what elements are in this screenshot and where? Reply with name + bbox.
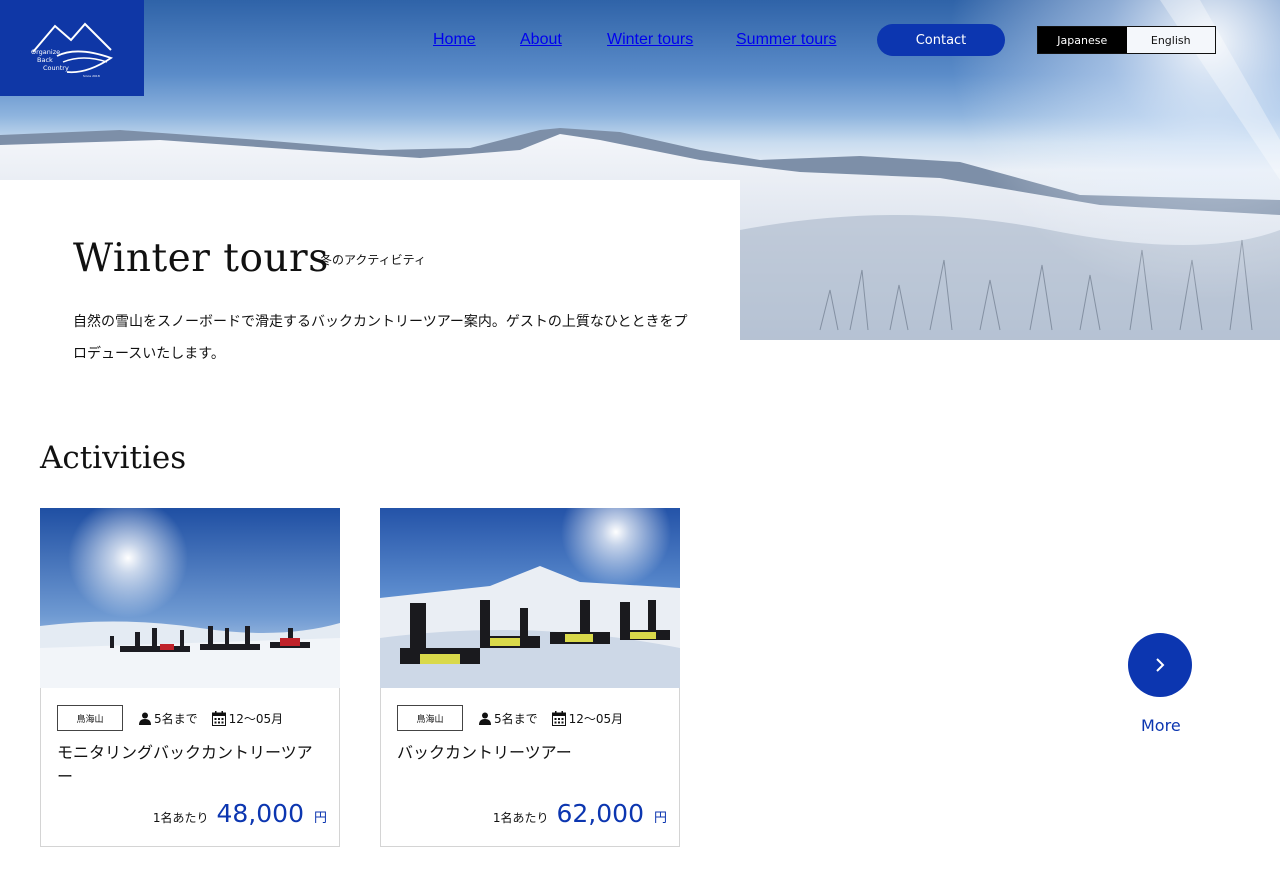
- person-icon: [479, 712, 491, 725]
- calendar-icon: [551, 710, 566, 726]
- activity-photo: [40, 508, 340, 688]
- capacity-info: 5名まで: [479, 710, 538, 727]
- lang-japanese-button[interactable]: Japanese: [1038, 27, 1127, 53]
- season-info: 12〜05月: [551, 710, 624, 727]
- nav-about[interactable]: About: [520, 31, 562, 49]
- more-label[interactable]: More: [1141, 716, 1181, 735]
- activity-title[interactable]: バックカントリーツアー: [397, 741, 657, 765]
- lang-english-button[interactable]: English: [1126, 27, 1215, 53]
- price-amount: 48,000: [216, 799, 304, 828]
- price-per-person-label: 1名あたり: [492, 811, 549, 825]
- activities-heading: Activities: [40, 440, 187, 476]
- logo-text-line2: Back: [37, 56, 53, 64]
- nav-summer-tours[interactable]: Summer tours: [736, 31, 836, 49]
- page-title: Winter tours: [73, 236, 329, 281]
- more-button[interactable]: [1128, 633, 1192, 697]
- site-logo[interactable]: Organize Back Country Since 2018: [0, 0, 144, 96]
- contact-button[interactable]: Contact: [877, 24, 1005, 56]
- logo-since: Since 2018: [83, 74, 100, 78]
- capacity-text: 5名まで: [494, 711, 538, 726]
- capacity-info: 5名まで: [139, 710, 198, 727]
- season-text: 12〜05月: [228, 711, 284, 726]
- activity-card[interactable]: 鳥海山 5名まで 12〜05月 バックカントリーツアー 1名あたり 62,000…: [380, 508, 680, 847]
- activity-meta: 鳥海山 5名まで 12〜05月: [57, 705, 283, 731]
- logo-text-line3: Country: [43, 64, 69, 72]
- price-amount: 62,000: [556, 799, 644, 828]
- intro-panel: Winter tours 冬のアクティビティ 自然の雪山をスノーボードで滑走する…: [0, 180, 740, 400]
- activity-photo: [380, 508, 680, 688]
- price-per-person-label: 1名あたり: [152, 811, 209, 825]
- page-subtitle: 冬のアクティビティ: [320, 253, 426, 267]
- capacity-text: 5名まで: [154, 711, 198, 726]
- chevron-right-icon: [1156, 658, 1165, 672]
- language-switcher: Japanese English: [1037, 26, 1216, 54]
- calendar-icon: [211, 710, 226, 726]
- activity-meta: 鳥海山 5名まで 12〜05月: [397, 705, 623, 731]
- nav-winter-tours[interactable]: Winter tours: [607, 31, 693, 49]
- activity-card[interactable]: 鳥海山 5名まで 12〜05月 モニタリングバックカントリーツアー 1名あたり …: [40, 508, 340, 847]
- price-currency: 円: [313, 811, 327, 826]
- location-tag: 鳥海山: [397, 705, 463, 731]
- person-icon: [139, 712, 151, 725]
- activity-price: 1名あたり 48,000 円: [153, 799, 327, 828]
- location-tag: 鳥海山: [57, 705, 123, 731]
- mountain-logo-icon: Organize Back Country Since 2018: [31, 22, 113, 78]
- season-text: 12〜05月: [568, 711, 624, 726]
- season-info: 12〜05月: [211, 710, 284, 727]
- price-currency: 円: [653, 811, 667, 826]
- activity-price: 1名あたり 62,000 円: [493, 799, 667, 828]
- nav-home[interactable]: Home: [433, 31, 476, 49]
- logo-text-line1: Organize: [31, 48, 60, 56]
- intro-description: 自然の雪山をスノーボードで滑走するバックカントリーツアー案内。ゲストの上質なひと…: [73, 314, 688, 362]
- activity-title[interactable]: モニタリングバックカントリーツアー: [57, 741, 317, 789]
